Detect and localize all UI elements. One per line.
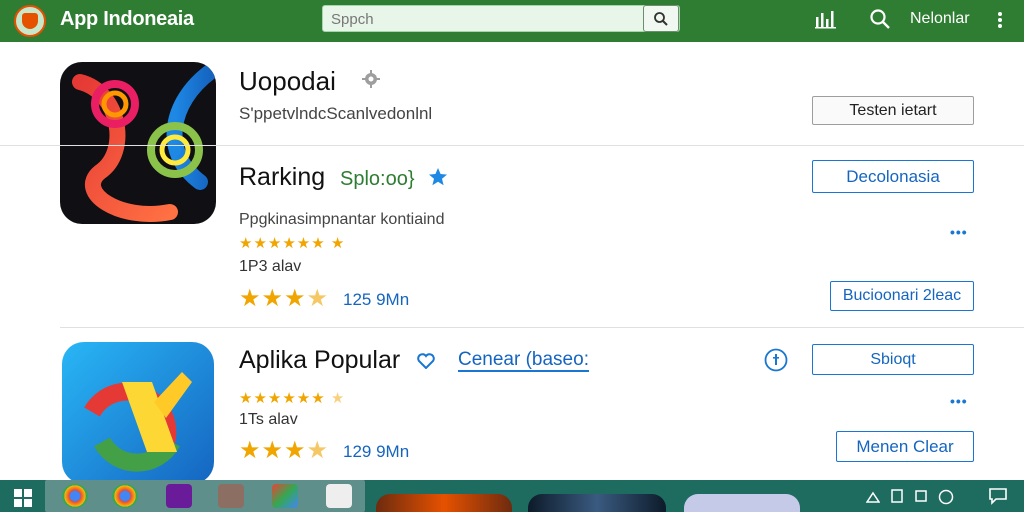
top-app-bar: App Indoneaia Sppch Nelonlar	[0, 0, 1024, 42]
photos-app-icon[interactable]	[272, 484, 298, 508]
media-app-icon[interactable]	[166, 484, 192, 508]
row-divider	[0, 145, 1024, 146]
row1-title[interactable]: Uopodai	[239, 66, 336, 97]
user-name[interactable]: Nelonlar	[910, 10, 970, 28]
row2-tag: Splo:oo}	[340, 168, 415, 190]
bar-chart-icon[interactable]	[815, 9, 837, 29]
row3-rating-stars: ★★★★	[239, 437, 330, 464]
row2-more-button[interactable]: •••	[950, 224, 968, 240]
taskbar-pinned-area	[45, 480, 365, 512]
app-artwork-icon	[84, 372, 192, 472]
calendar-app-icon[interactable]	[218, 484, 244, 508]
row2-description: Ppgkinasimpnantar kontiaind	[239, 211, 445, 228]
battery-icon[interactable]	[890, 489, 904, 503]
row3-rating-small: ★★★★★★ ★	[239, 390, 346, 407]
row3-title[interactable]: Aplika Popular	[239, 346, 400, 375]
row-divider	[60, 327, 1024, 328]
search-icon	[654, 11, 668, 26]
heart-icon[interactable]	[417, 353, 435, 369]
app-artwork-icon	[72, 64, 216, 222]
search-icon[interactable]	[869, 8, 891, 30]
row3-size: 1Ts alav	[239, 411, 298, 428]
row3-link[interactable]: Cenear (baseo:	[458, 350, 589, 372]
app-title: App Indoneaia	[60, 8, 194, 30]
app-icon-ranking[interactable]	[60, 62, 216, 224]
row2-rating-stars: ★★★★	[239, 285, 330, 312]
row3-more-button[interactable]: •••	[950, 393, 968, 409]
row3-primary-button[interactable]: Sbioqt	[812, 344, 974, 375]
taskbar	[0, 480, 1024, 512]
search-box[interactable]: Sppch	[322, 5, 680, 32]
row2-rating-small: ★★★★★★ ★	[239, 235, 346, 252]
settings-gear-icon[interactable]	[362, 70, 380, 88]
row1-subtitle: S'ppetvlndcScanlvedonlnl	[239, 104, 433, 123]
row1-action-button[interactable]: Testen ietart	[812, 96, 974, 125]
volume-icon[interactable]	[914, 489, 928, 503]
row2-rating-text: 125 9Mn	[343, 290, 410, 309]
row2-title[interactable]: Rarking	[239, 163, 325, 192]
network-icon[interactable]	[866, 489, 880, 503]
row2-secondary-button[interactable]: Bucioonari 2leac	[830, 281, 974, 311]
app-logo-icon[interactable]	[14, 5, 46, 37]
notification-icon[interactable]	[988, 487, 1008, 505]
document-app-icon[interactable]	[326, 484, 352, 508]
more-vert-icon[interactable]	[996, 11, 1004, 29]
app-icon-popular[interactable]	[62, 342, 214, 484]
row3-rating-text: 129 9Mn	[343, 442, 410, 461]
search-input[interactable]: Sppch	[331, 11, 374, 28]
system-tray	[866, 489, 966, 505]
windows-start-icon[interactable]	[14, 489, 32, 507]
row2-primary-button[interactable]: Decolonasia	[812, 160, 974, 193]
search-button[interactable]	[643, 5, 679, 32]
clock-icon[interactable]	[938, 489, 954, 505]
taskbar-window-preview[interactable]	[376, 494, 512, 512]
row3-secondary-button[interactable]: Menen Clear	[836, 431, 974, 462]
row2-size: 1P3 alav	[239, 258, 302, 275]
chrome-icon[interactable]	[62, 484, 88, 508]
taskbar-window-preview[interactable]	[684, 494, 800, 512]
taskbar-window-preview[interactable]	[528, 494, 666, 512]
chrome-icon[interactable]	[112, 484, 138, 508]
info-icon[interactable]	[764, 348, 788, 372]
star-icon[interactable]	[428, 167, 448, 187]
